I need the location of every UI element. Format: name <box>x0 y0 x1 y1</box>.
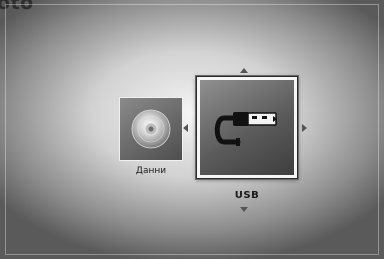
menu-item-data-label: Данни <box>135 166 167 176</box>
screen-frame <box>5 4 379 255</box>
disc-icon <box>131 109 171 149</box>
menu-item-usb[interactable] <box>196 76 298 179</box>
menu-item-data[interactable] <box>119 97 183 161</box>
arrow-left-icon[interactable] <box>183 124 188 132</box>
menu-item-usb-label: USB <box>234 190 260 201</box>
menu-screen: oto Данни USB <box>0 0 384 259</box>
arrow-right-icon[interactable] <box>302 124 307 132</box>
arrow-down-icon[interactable] <box>240 207 248 212</box>
arrow-up-icon[interactable] <box>240 68 248 73</box>
usb-icon <box>214 112 277 146</box>
